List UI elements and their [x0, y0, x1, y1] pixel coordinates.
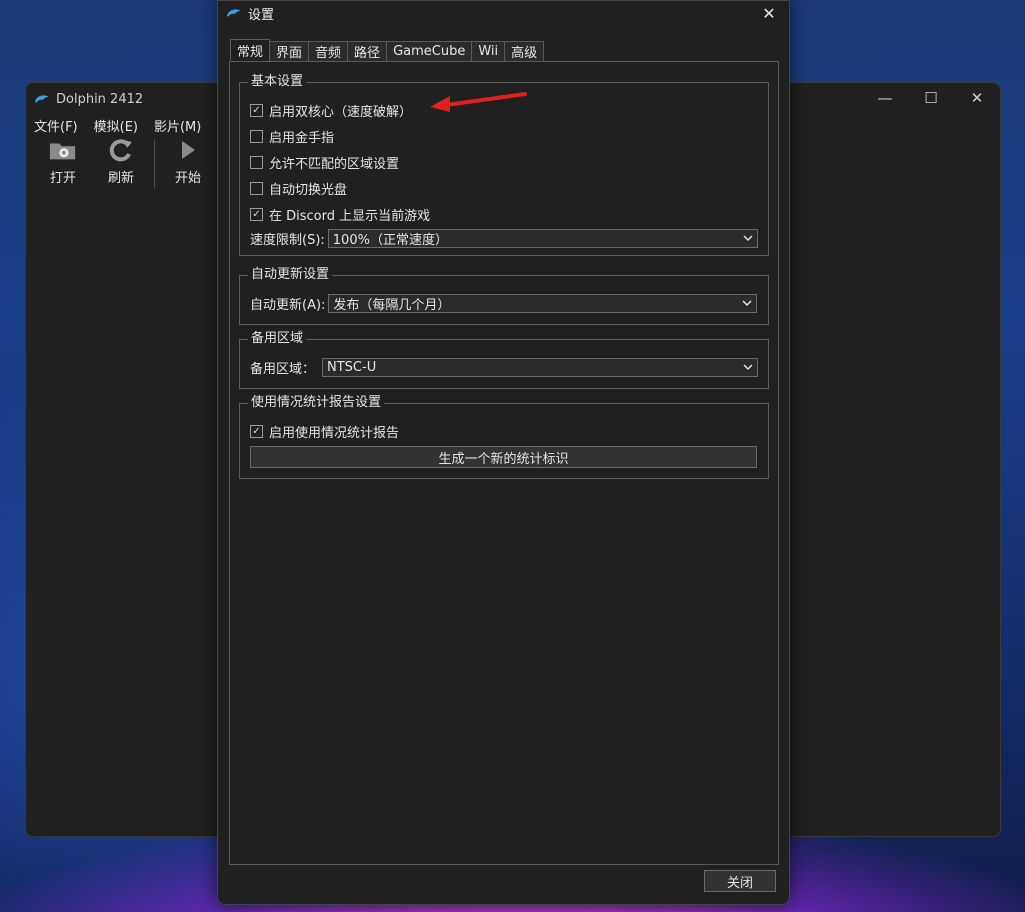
open-label: 打开	[49, 171, 76, 186]
refresh-icon	[107, 139, 135, 162]
menu-movie[interactable]: 影片(M)	[154, 116, 207, 135]
play-icon	[174, 139, 202, 161]
start-label: 开始	[174, 171, 201, 186]
tab-wii[interactable]: Wii	[472, 41, 506, 62]
auto-disc-change-checkbox[interactable]	[250, 182, 263, 195]
tab-advanced[interactable]: 高级	[505, 41, 545, 62]
cheats-checkbox[interactable]	[250, 130, 263, 143]
dialog-titlebar: 设置	[226, 3, 274, 23]
main-window-titlebar: Dolphin 2412	[34, 89, 143, 109]
speed-limit-row: 速度限制(S): 100%（正常速度）	[250, 229, 758, 248]
close-window-button[interactable]: ✕	[954, 83, 1000, 113]
dual-core-label: 启用双核心（速度破解）	[269, 105, 413, 120]
start-button[interactable]: 开始	[159, 139, 217, 191]
speed-limit-select[interactable]: 100%（正常速度）	[327, 229, 758, 248]
discord-presence-checkbox[interactable]: ✓	[250, 208, 263, 221]
open-button[interactable]: 打开	[34, 139, 92, 191]
tab-interface[interactable]: 界面	[270, 41, 310, 62]
auto-update-row: 自动更新(A): 发布（每隔几个月）	[250, 294, 758, 313]
usage-stats-title: 使用情况统计报告设置	[248, 395, 385, 411]
generate-stats-id-button[interactable]: 生成一个新的统计标识	[250, 446, 757, 468]
general-tab-pane: 基本设置 ✓ 启用双核心（速度破解） 启用金手指 允许不匹配的区域设置 自动切换…	[229, 61, 779, 865]
discord-presence-label: 在 Discord 上显示当前游戏	[269, 209, 431, 224]
refresh-label: 刷新	[107, 171, 134, 186]
dialog-close-icon[interactable]: ✕	[757, 2, 781, 24]
auto-update-group: 自动更新设置 自动更新(A): 发布（每隔几个月）	[239, 267, 769, 325]
region-mismatch-label: 允许不匹配的区域设置	[269, 157, 400, 172]
maximize-button[interactable]: ☐	[908, 83, 954, 113]
cheats-option[interactable]: 启用金手指	[250, 127, 334, 146]
usage-stats-group: 使用情况统计报告设置 ✓ 启用使用情况统计报告 生成一个新的统计标识	[239, 395, 769, 479]
chevron-down-icon	[743, 363, 753, 373]
settings-dialog: 设置 ✕ 常规 界面 音频 路径 GameCube Wii 高级 基本设置 ✓ …	[217, 0, 790, 905]
auto-update-label: 自动更新(A):	[250, 298, 326, 313]
dual-core-option[interactable]: ✓ 启用双核心（速度破解）	[250, 101, 412, 120]
fallback-region-title: 备用区域	[248, 331, 307, 347]
tab-general[interactable]: 常规	[230, 39, 271, 62]
menu-file[interactable]: 文件(F)	[34, 116, 84, 135]
fallback-region-label: 备用区域：	[250, 362, 316, 377]
main-window-controls: — ☐ ✕	[862, 83, 1000, 113]
region-mismatch-checkbox[interactable]	[250, 156, 263, 169]
fallback-region-value: NTSC-U	[327, 360, 377, 375]
basic-settings-title: 基本设置	[248, 74, 307, 90]
main-window-title: Dolphin 2412	[56, 91, 144, 107]
auto-update-select[interactable]: 发布（每隔几个月）	[328, 294, 758, 313]
usage-stats-option[interactable]: ✓ 启用使用情况统计报告	[250, 422, 399, 441]
auto-update-title: 自动更新设置	[248, 267, 333, 283]
tab-gamecube[interactable]: GameCube	[387, 41, 473, 62]
speed-limit-value: 100%（正常速度）	[332, 233, 448, 248]
dual-core-checkbox[interactable]: ✓	[250, 104, 263, 117]
dolphin-icon	[35, 95, 49, 103]
dolphin-icon	[227, 9, 241, 17]
close-button[interactable]: 关闭	[704, 870, 776, 892]
region-mismatch-option[interactable]: 允许不匹配的区域设置	[250, 153, 399, 172]
tab-paths[interactable]: 路径	[348, 41, 388, 62]
minimize-button[interactable]: —	[862, 83, 908, 113]
auto-update-value: 发布（每隔几个月）	[333, 298, 451, 313]
fallback-region-row: 备用区域： NTSC-U	[250, 358, 759, 377]
menu-emulation[interactable]: 模拟(E)	[94, 116, 144, 135]
annotation-arrow-icon	[430, 92, 527, 112]
chevron-down-icon	[742, 299, 752, 309]
chevron-down-icon	[743, 234, 753, 244]
discord-presence-option[interactable]: ✓ 在 Discord 上显示当前游戏	[250, 205, 430, 224]
dialog-title: 设置	[248, 7, 275, 23]
auto-disc-change-option[interactable]: 自动切换光盘	[250, 179, 347, 198]
fallback-region-select[interactable]: NTSC-U	[322, 358, 759, 377]
refresh-button[interactable]: 刷新	[92, 139, 150, 191]
speed-limit-label: 速度限制(S):	[250, 233, 325, 248]
folder-open-icon	[49, 139, 77, 161]
settings-tabs: 常规 界面 音频 路径 GameCube Wii 高级	[230, 39, 545, 62]
toolbar: 打开 刷新 开始	[34, 139, 217, 191]
toolbar-separator	[154, 139, 155, 189]
usage-stats-checkbox[interactable]: ✓	[250, 425, 263, 438]
menubar: 文件(F) 模拟(E) 影片(M) 选	[34, 116, 246, 135]
usage-stats-label: 启用使用情况统计报告	[269, 426, 400, 441]
tab-audio[interactable]: 音频	[309, 41, 349, 62]
fallback-region-group: 备用区域 备用区域： NTSC-U	[239, 331, 769, 389]
auto-disc-change-label: 自动切换光盘	[269, 183, 348, 198]
cheats-label: 启用金手指	[269, 131, 335, 146]
